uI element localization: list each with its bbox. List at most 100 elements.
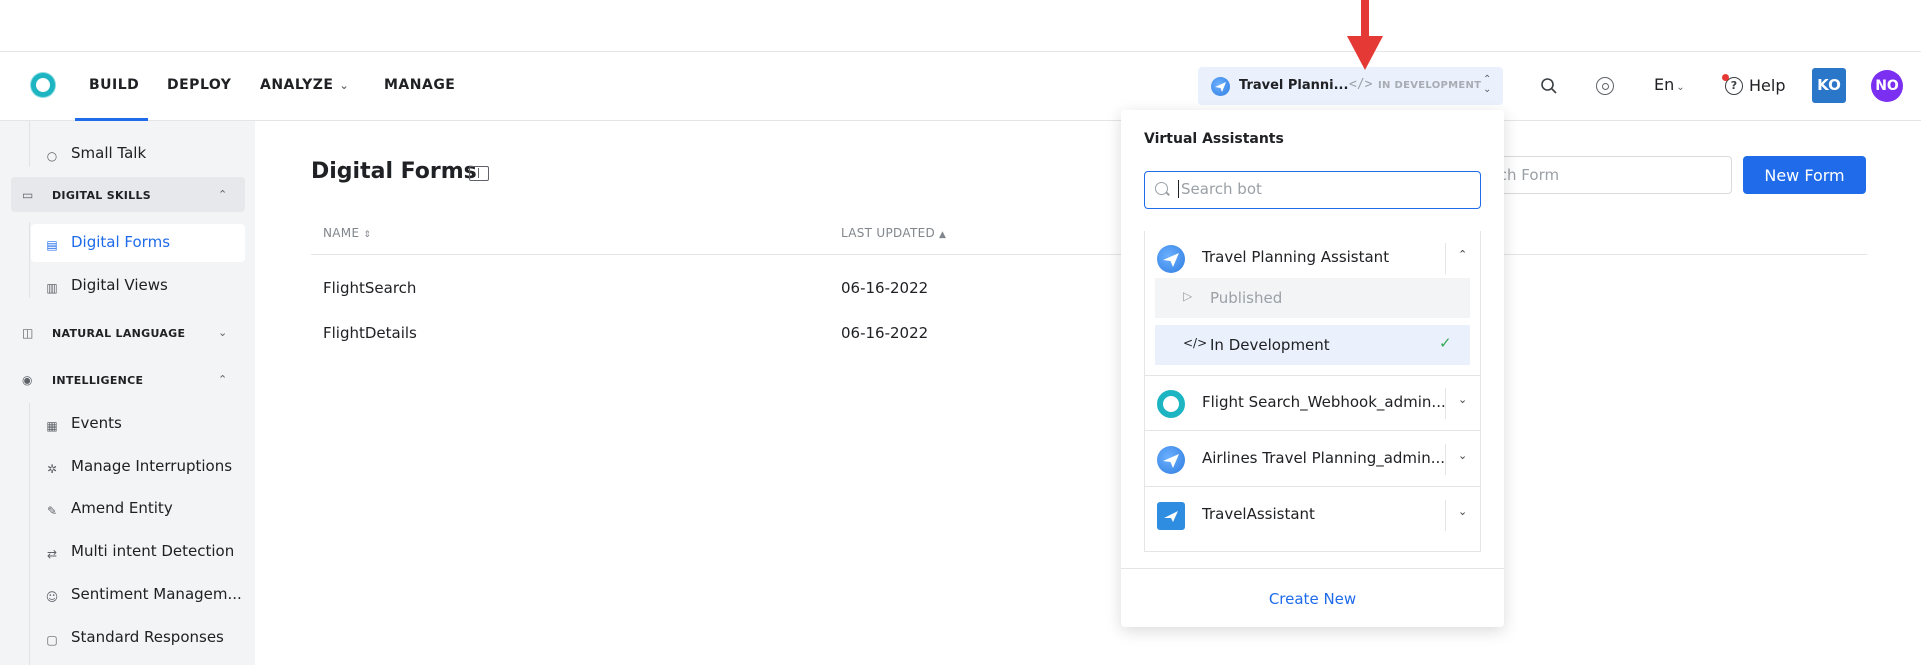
- chevron-down-icon[interactable]: ⌄: [1458, 393, 1467, 406]
- sidebar-item-small-talk[interactable]: ○ Small Talk: [45, 144, 146, 163]
- bot-switcher-status: IN DEVELOPMENT: [1378, 80, 1482, 91]
- column-header-label: LAST UPDATED: [841, 226, 936, 240]
- table-row-name[interactable]: FlightSearch: [323, 279, 416, 297]
- calendar-icon: ▦: [46, 419, 58, 433]
- bot-search-input[interactable]: [1178, 180, 1468, 198]
- bot-version-published[interactable]: ▷ Published: [1155, 278, 1470, 318]
- bot-list: Travel Planning Assistant ⌃ ▷ Published …: [1144, 231, 1481, 552]
- code-icon: </>: [1349, 77, 1373, 92]
- dropdown-title: Virtual Assistants: [1144, 131, 1284, 147]
- user-avatar[interactable]: NO: [1871, 70, 1903, 102]
- new-form-button[interactable]: New Form: [1743, 156, 1866, 194]
- bot-version-in-development[interactable]: </> In Development ✓: [1155, 325, 1470, 365]
- smiley-icon: ☺: [45, 590, 59, 604]
- bot-search-field[interactable]: [1144, 171, 1481, 209]
- nav-deploy[interactable]: DEPLOY: [167, 77, 231, 93]
- bot-switcher-dropdown: Virtual Assistants Travel Planning Assis…: [1121, 110, 1504, 627]
- section-label: NATURAL LANGUAGE: [52, 327, 186, 340]
- nlp-icon: ◫: [22, 326, 34, 340]
- divider: [1445, 444, 1446, 475]
- column-header-last-updated[interactable]: LAST UPDATED ▲: [841, 226, 946, 240]
- sidebar-section-digital-skills[interactable]: ▭ DIGITAL SKILLS ⌃: [22, 188, 232, 202]
- table-row-date: 06-16-2022: [841, 279, 929, 297]
- sidebar-rail: [29, 121, 30, 167]
- bulb-icon: ◉: [22, 373, 33, 387]
- sidebar-item-digital-forms[interactable]: ▤ Digital Forms: [45, 233, 170, 252]
- sidebar-item-label: Digital Views: [71, 276, 168, 294]
- chevron-up-icon: ⌃: [218, 188, 228, 201]
- divider: [1445, 500, 1446, 531]
- sidebar-item-manage-interruptions[interactable]: ✲ Manage Interruptions: [45, 457, 232, 476]
- ring-logo-icon: [1157, 390, 1185, 418]
- bot-item[interactable]: TravelAssistant ⌄: [1145, 488, 1480, 543]
- help-link[interactable]: Help: [1749, 76, 1785, 95]
- sidebar-item-label: Manage Interruptions: [71, 457, 233, 475]
- nav-build[interactable]: BUILD: [89, 77, 139, 93]
- table-row-name[interactable]: FlightDetails: [323, 324, 417, 342]
- doc-icon: ▥: [46, 281, 58, 295]
- monitor-icon: ▭: [22, 188, 34, 202]
- sidebar-section-intelligence[interactable]: ◉ INTELLIGENCE ⌃: [22, 373, 232, 387]
- sidebar-rail: [29, 222, 30, 298]
- sidebar-item-standard-responses[interactable]: ▢ Standard Responses: [45, 628, 224, 647]
- book-icon[interactable]: [469, 166, 489, 181]
- chevron-down-icon: ⌄: [218, 326, 228, 339]
- chevron-down-icon: ⌄: [1676, 82, 1685, 93]
- column-header-label: NAME: [323, 226, 360, 240]
- column-header-name[interactable]: NAME ⇕: [323, 226, 371, 240]
- plane-icon: [1157, 245, 1185, 273]
- interrupt-icon: ✲: [46, 462, 58, 476]
- language-selector[interactable]: En ⌄: [1654, 75, 1685, 94]
- sidebar-item-multi-intent[interactable]: ⇄ Multi intent Detection: [45, 542, 234, 561]
- target-icon[interactable]: [1596, 77, 1614, 95]
- sidebar-item-amend-entity[interactable]: ✎ Amend Entity: [45, 499, 173, 518]
- sidebar-item-label: Multi intent Detection: [71, 542, 235, 560]
- chevron-down-icon[interactable]: ⌄: [1458, 449, 1467, 462]
- workspace-avatar[interactable]: KO: [1812, 68, 1846, 103]
- edit-icon: ✎: [46, 504, 58, 518]
- create-new-link[interactable]: Create New: [1121, 590, 1504, 608]
- page-title: Digital Forms: [311, 159, 477, 184]
- bot-name: Flight Search_Webhook_admin...: [1202, 393, 1446, 411]
- sidebar-item-events[interactable]: ▦ Events: [45, 414, 122, 433]
- chevron-updown-icon: ⌃ ⌄: [1483, 74, 1492, 95]
- sidebar-rail: [29, 403, 30, 665]
- chevron-up-icon[interactable]: ⌃: [1458, 248, 1467, 261]
- table-divider: [311, 254, 1867, 255]
- bot-name: TravelAssistant: [1202, 505, 1315, 523]
- multi-intent-icon: ⇄: [46, 547, 58, 561]
- play-icon: ▷: [1183, 289, 1193, 303]
- chevron-down-icon[interactable]: ⌄: [1458, 505, 1467, 518]
- language-label: En: [1654, 75, 1675, 94]
- version-label: Published: [1210, 289, 1283, 307]
- app-logo-icon[interactable]: [31, 73, 55, 97]
- nav-analyze[interactable]: ANALYZE ⌄: [260, 77, 349, 93]
- search-icon[interactable]: [1540, 77, 1558, 95]
- nav-manage[interactable]: MANAGE: [384, 77, 455, 93]
- dropdown-footer-divider: [1121, 568, 1504, 569]
- nav-analyze-label: ANALYZE: [260, 77, 334, 93]
- section-label: INTELLIGENCE: [52, 374, 144, 387]
- sidebar-item-label: Amend Entity: [71, 499, 173, 517]
- sidebar-item-digital-views[interactable]: ▥ Digital Views: [45, 276, 168, 295]
- checkmark-icon: ✓: [1439, 334, 1452, 352]
- sidebar-item-label: Sentiment Managem...: [71, 585, 242, 603]
- top-strip: [0, 0, 1921, 52]
- sort-up-icon: ▲: [939, 230, 947, 240]
- bot-switcher[interactable]: Travel Planni... </> IN DEVELOPMENT ⌃ ⌄: [1198, 67, 1503, 105]
- sidebar-item-label: Standard Responses: [71, 628, 224, 646]
- bot-item[interactable]: Airlines Travel Planning_admin... ⌄: [1145, 432, 1480, 487]
- divider: [1445, 388, 1446, 419]
- bot-name: Airlines Travel Planning_admin...: [1202, 449, 1446, 467]
- sidebar-item-label: Events: [71, 414, 122, 432]
- sidebar-section-natural-language[interactable]: ◫ NATURAL LANGUAGE ⌄: [22, 326, 232, 340]
- code-icon: </>: [1183, 336, 1208, 350]
- sidebar: ○ Small Talk ▭ DIGITAL SKILLS ⌃ ▤ Digital F…: [0, 121, 255, 665]
- bot-item[interactable]: Flight Search_Webhook_admin... ⌄: [1145, 376, 1480, 431]
- plane-icon: [1211, 77, 1230, 96]
- version-label: In Development: [1210, 336, 1330, 354]
- travel-logo-icon: [1157, 502, 1185, 530]
- sidebar-item-label: Digital Forms: [71, 233, 171, 251]
- sidebar-item-sentiment[interactable]: ☺ Sentiment Managem...: [45, 585, 242, 604]
- form-icon: ▤: [46, 238, 58, 252]
